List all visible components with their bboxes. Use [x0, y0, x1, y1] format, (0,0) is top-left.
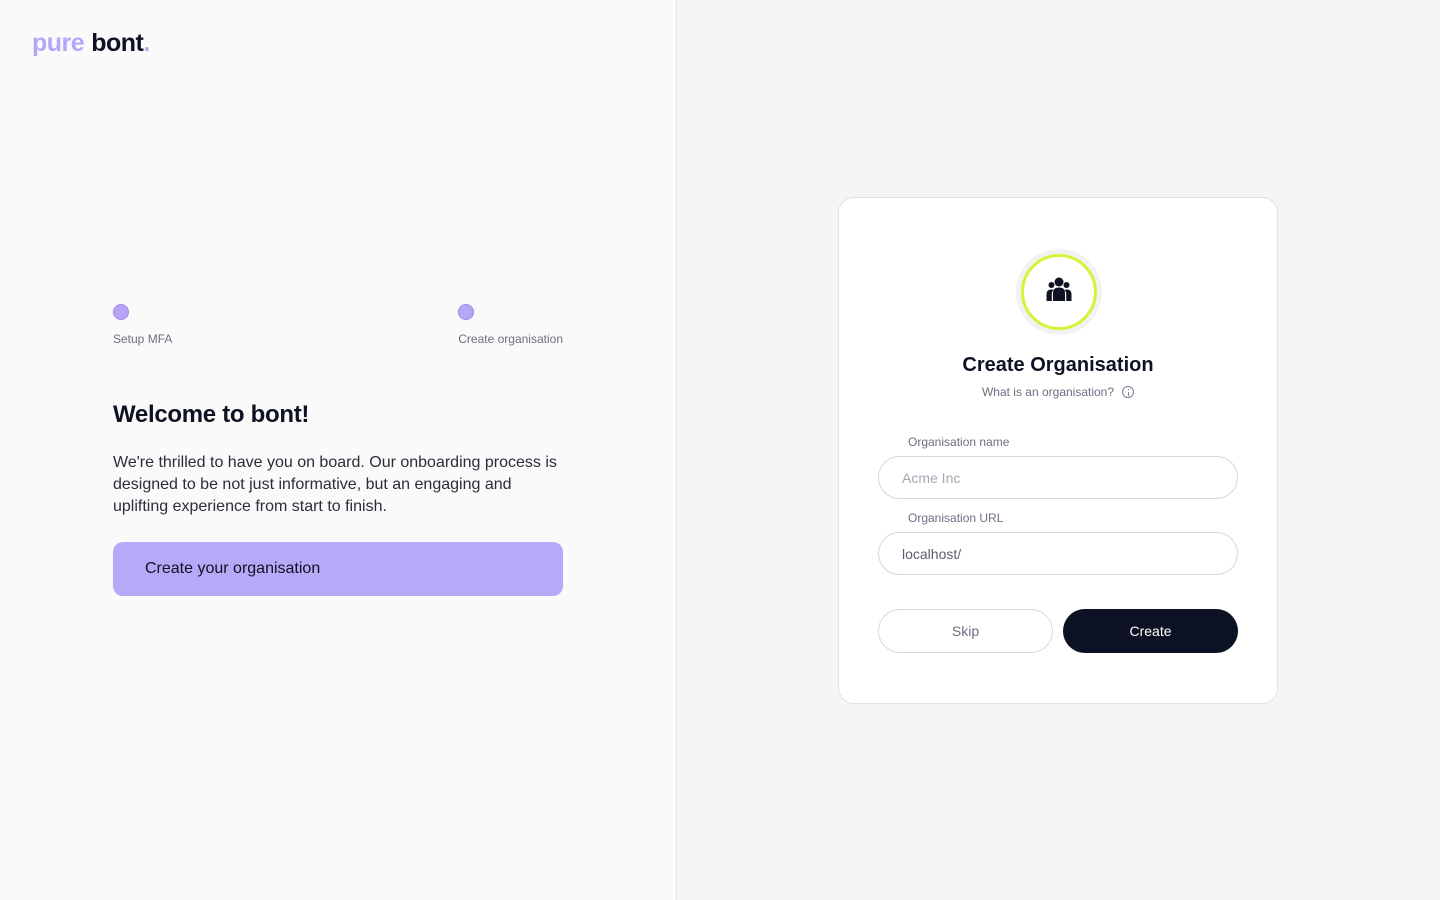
logo-pure: pure [32, 29, 85, 57]
info-icon[interactable] [1122, 386, 1135, 398]
step-label: Create organisation [458, 332, 563, 346]
organisation-name-input[interactable] [878, 456, 1238, 499]
step-create-organisation: Create organisation [458, 304, 563, 346]
logo-bont: bont [91, 29, 144, 57]
logo-dot: . [143, 29, 150, 57]
create-organisation-button[interactable]: Create your organisation [113, 542, 563, 596]
card-subtitle[interactable]: What is an organisation? [982, 385, 1114, 399]
step-label: Setup MFA [113, 332, 173, 346]
create-button[interactable]: Create [1063, 609, 1238, 653]
organisation-url-label: Organisation URL [908, 511, 1004, 525]
onboarding-panel: pure bont. Setup MFA Create organisation … [0, 0, 677, 900]
welcome-section: Welcome to bont! We're thrilled to have … [113, 400, 573, 518]
form-panel: Create Organisation What is an organisat… [677, 0, 1440, 900]
organisation-name-label: Organisation name [908, 435, 1010, 449]
onboarding-page: pure bont. Setup MFA Create organisation … [0, 0, 1440, 900]
what-is-organisation-help[interactable]: What is an organisation? [839, 385, 1277, 399]
welcome-body: We're thrilled to have you on board. Our… [113, 454, 557, 515]
step-indicator [113, 304, 129, 320]
step-indicator [458, 304, 475, 320]
users-icon [1043, 274, 1075, 311]
organisation-url-input[interactable] [878, 532, 1238, 575]
skip-button[interactable]: Skip [878, 609, 1053, 653]
create-organisation-card: Create Organisation What is an organisat… [838, 197, 1278, 704]
step-setup-mfa: Setup MFA [113, 304, 172, 346]
logo: pure bont. [32, 28, 150, 58]
card-title: Create Organisation [962, 354, 1154, 376]
organisation-badge [1021, 254, 1097, 330]
welcome-title: Welcome to bont! [113, 401, 310, 428]
onboarding-steps: Setup MFA Create organisation [113, 304, 563, 352]
